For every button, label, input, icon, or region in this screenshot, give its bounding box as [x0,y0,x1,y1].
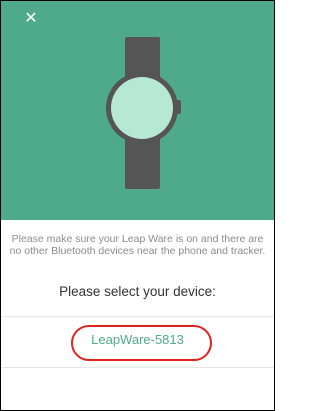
list-divider-bottom [1,367,274,368]
device-list-item[interactable]: LeapWare-5813 [1,317,274,367]
select-device-prompt: Please select your device: [59,284,216,299]
device-illustration-banner: ✕ [1,1,274,220]
device-highlight-ring [71,325,212,361]
instruction-text: Please make sure your Leap Ware is on an… [9,233,266,257]
watch-strap-bottom [125,137,160,189]
watch-face [111,77,173,139]
app-screen: ✕ Please make sure your Leap Ware is on … [0,0,275,411]
smartwatch-icon [106,37,181,189]
